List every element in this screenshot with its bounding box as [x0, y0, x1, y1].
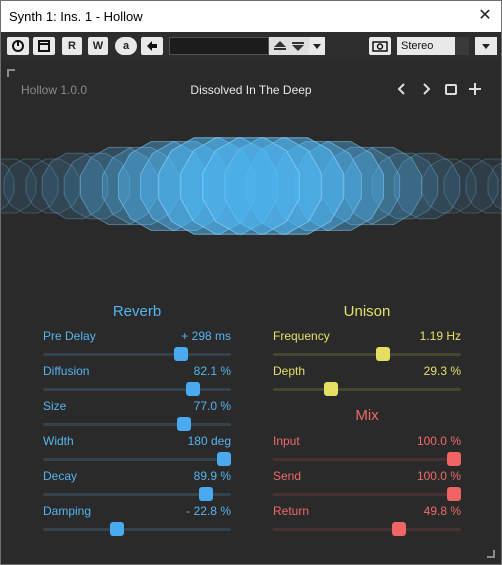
unison-visualizer [1, 137, 501, 235]
return-track[interactable] [273, 528, 461, 531]
chevron-down-icon [482, 44, 490, 49]
add-preset-button[interactable] [467, 80, 483, 102]
close-button[interactable]: ✕ [475, 6, 495, 26]
input-thumb[interactable] [447, 452, 461, 466]
return-label: Return [273, 504, 310, 518]
width-slider[interactable]: Width 180 deg [43, 434, 231, 466]
snapshot-button[interactable] [369, 37, 391, 55]
size-track[interactable] [43, 423, 231, 426]
frequency-value[interactable]: 1.19 Hz [420, 329, 461, 343]
next-preset-button[interactable] [419, 80, 433, 102]
camera-icon [372, 41, 388, 52]
bypass-icon [38, 40, 50, 52]
plugin-window: Synth 1: Ins. 1 - Hollow ✕ R W a Stereo [0, 0, 502, 565]
frequency-thumb[interactable] [375, 347, 390, 361]
diffusion-thumb[interactable] [185, 382, 200, 396]
decay-slider[interactable]: Decay 89.9 % [43, 469, 231, 501]
frequency-track[interactable] [273, 353, 461, 356]
diffusion-slider[interactable]: Diffusion 82.1 % [43, 364, 231, 396]
return-slider[interactable]: Return 49.8 % [273, 504, 461, 536]
diffusion-value[interactable]: 82.1 % [194, 364, 231, 378]
input-track[interactable] [273, 458, 461, 461]
channel-select[interactable]: Stereo [397, 37, 455, 55]
plugin-panel: Hollow 1.0.0 Dissolved In The Deep Rever… [1, 61, 501, 564]
decay-label: Decay [43, 469, 78, 483]
power-button[interactable] [7, 37, 29, 55]
damping-value[interactable]: - 22.8 % [186, 504, 231, 518]
width-label: Width [43, 434, 74, 448]
channel-mode-button[interactable] [455, 37, 469, 55]
size-value[interactable]: 77.0 % [194, 399, 231, 413]
width-thumb[interactable] [217, 452, 231, 466]
back-button[interactable] [141, 37, 163, 55]
auto-button[interactable]: a [115, 37, 137, 55]
send-label: Send [273, 469, 302, 483]
depth-thumb[interactable] [323, 382, 338, 396]
damping-thumb[interactable] [110, 522, 125, 536]
resize-handle[interactable] [487, 550, 495, 558]
send-track[interactable] [273, 493, 461, 496]
write-automation-button[interactable]: W [88, 37, 108, 55]
decay-thumb[interactable] [199, 487, 214, 501]
input-slider[interactable]: Input 100.0 % [273, 434, 461, 466]
pre-delay-thumb[interactable] [173, 347, 188, 361]
arrow-left-icon [147, 41, 157, 51]
title-bar: Synth 1: Ins. 1 - Hollow ✕ [1, 1, 501, 32]
damping-track[interactable] [43, 528, 231, 531]
host-toolbar: R W a Stereo [1, 32, 501, 61]
width-value[interactable]: 180 deg [188, 434, 231, 448]
send-slider[interactable]: Send 100.0 % [273, 469, 461, 501]
pre-delay-label: Pre Delay [43, 329, 96, 343]
send-value[interactable]: 100.0 % [417, 469, 461, 483]
plus-icon [469, 83, 481, 95]
input-label: Input [273, 434, 300, 448]
input-value[interactable]: 100.0 % [417, 434, 461, 448]
power-icon [12, 40, 24, 52]
save-preset-button[interactable] [443, 80, 459, 102]
read-automation-button[interactable]: R [62, 37, 82, 55]
preset-field[interactable] [169, 37, 269, 55]
options-dropdown-button[interactable] [475, 37, 497, 55]
depth-label: Depth [273, 364, 306, 378]
width-track[interactable] [43, 458, 231, 461]
size-thumb[interactable] [176, 417, 191, 431]
decay-value[interactable]: 89.9 % [194, 469, 231, 483]
frequency-label: Frequency [273, 329, 330, 343]
reverb-title: Reverb [112, 303, 162, 320]
damping-label: Damping [43, 504, 92, 518]
return-thumb[interactable] [391, 522, 406, 536]
return-value[interactable]: 49.8 % [424, 504, 461, 518]
chevron-right-icon [423, 83, 431, 95]
pre-delay-value[interactable]: + 298 ms [181, 329, 231, 343]
previous-preset-button[interactable] [395, 80, 409, 102]
preset-dropdown-button[interactable] [309, 37, 325, 55]
diffusion-track[interactable] [43, 388, 231, 391]
send-thumb[interactable] [447, 487, 461, 501]
bypass-button[interactable] [33, 37, 55, 55]
pre-delay-slider[interactable]: Pre Delay + 298 ms [43, 329, 231, 361]
pre-delay-track[interactable] [43, 353, 231, 356]
chevron-left-icon [397, 83, 405, 95]
plugin-version: Hollow 1.0.0 [21, 83, 88, 97]
diffusion-label: Diffusion [43, 364, 90, 378]
up-down-arrows-icon [274, 41, 304, 51]
size-label: Size [43, 399, 67, 413]
frequency-slider[interactable]: Frequency 1.19 Hz [273, 329, 461, 361]
corner-marker [7, 69, 15, 77]
unison-title: Unison [343, 303, 391, 320]
size-slider[interactable]: Size 77.0 % [43, 399, 231, 431]
preset-updown-button[interactable] [269, 37, 309, 55]
depth-slider[interactable]: Depth 29.3 % [273, 364, 461, 396]
depth-track[interactable] [273, 388, 461, 391]
damping-slider[interactable]: Damping - 22.8 % [43, 504, 231, 536]
depth-value[interactable]: 29.3 % [424, 364, 461, 378]
chevron-down-icon [313, 44, 321, 49]
square-icon [445, 84, 457, 95]
window-title: Synth 1: Ins. 1 - Hollow [9, 9, 143, 24]
preset-name[interactable]: Dissolved In The Deep [151, 83, 351, 97]
mix-title: Mix [355, 407, 379, 424]
